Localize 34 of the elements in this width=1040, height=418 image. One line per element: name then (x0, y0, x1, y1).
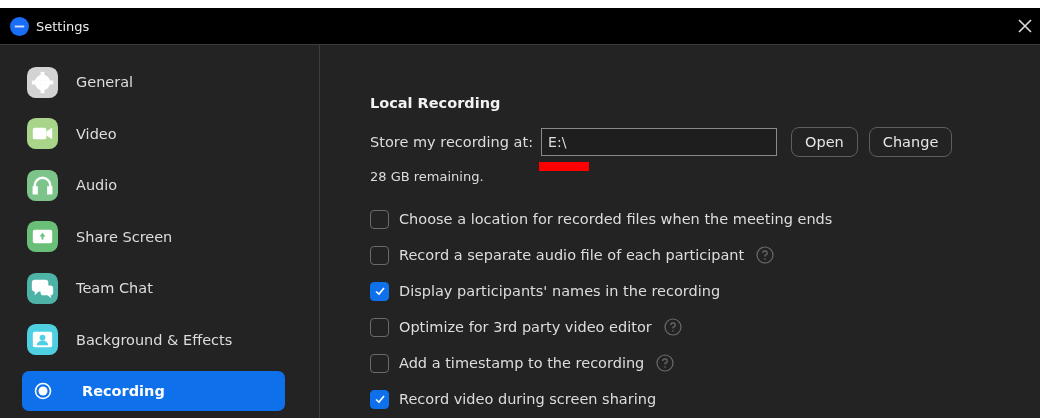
option-label: Optimize for 3rd party video editor (399, 319, 652, 335)
checkbox[interactable] (370, 353, 389, 373)
check-icon (373, 285, 386, 297)
close-icon[interactable] (1018, 19, 1032, 33)
sidebar-item[interactable]: Share Screen (22, 216, 285, 257)
change-button[interactable]: Change (868, 127, 953, 157)
check-icon (373, 393, 386, 405)
option-label: Display participants' names in the recording (399, 283, 721, 299)
checkbox[interactable] (370, 245, 389, 265)
sidebar-item[interactable]: Background & Effects (22, 319, 285, 360)
option-label: Add a timestamp to the recording (399, 355, 645, 371)
underline-mark (539, 162, 590, 171)
help-icon[interactable] (663, 318, 682, 336)
checkbox[interactable] (370, 317, 389, 337)
sidebar-item[interactable]: Team Chat (22, 268, 285, 308)
help-icon[interactable] (656, 354, 675, 372)
checkbox[interactable] (370, 281, 389, 301)
sidebar-item[interactable]: Audio (22, 165, 285, 205)
app-logo-icon (10, 16, 29, 36)
sidebar-item[interactable]: Recording (22, 371, 285, 411)
option-label: Choose a location for recorded files when the meeting ends (399, 211, 833, 227)
option-label: Record video during screen sharing (399, 391, 657, 407)
option-label: Record a separate audio file of each participant (399, 247, 745, 263)
section-heading: Local Recording (370, 95, 502, 111)
path-field[interactable]: E:\ (541, 128, 778, 156)
field-label: Store my recording at: (370, 134, 534, 150)
checkbox[interactable] (370, 389, 389, 409)
storage-remaining: 28 GB remaining. (370, 169, 485, 184)
help-icon[interactable] (756, 246, 775, 264)
sidebar-item[interactable]: Video (22, 113, 285, 154)
open-button[interactable]: Open (791, 127, 858, 157)
sidebar-item[interactable]: General (22, 62, 285, 102)
checkbox[interactable] (370, 209, 389, 229)
window-title: Settings (36, 18, 90, 34)
